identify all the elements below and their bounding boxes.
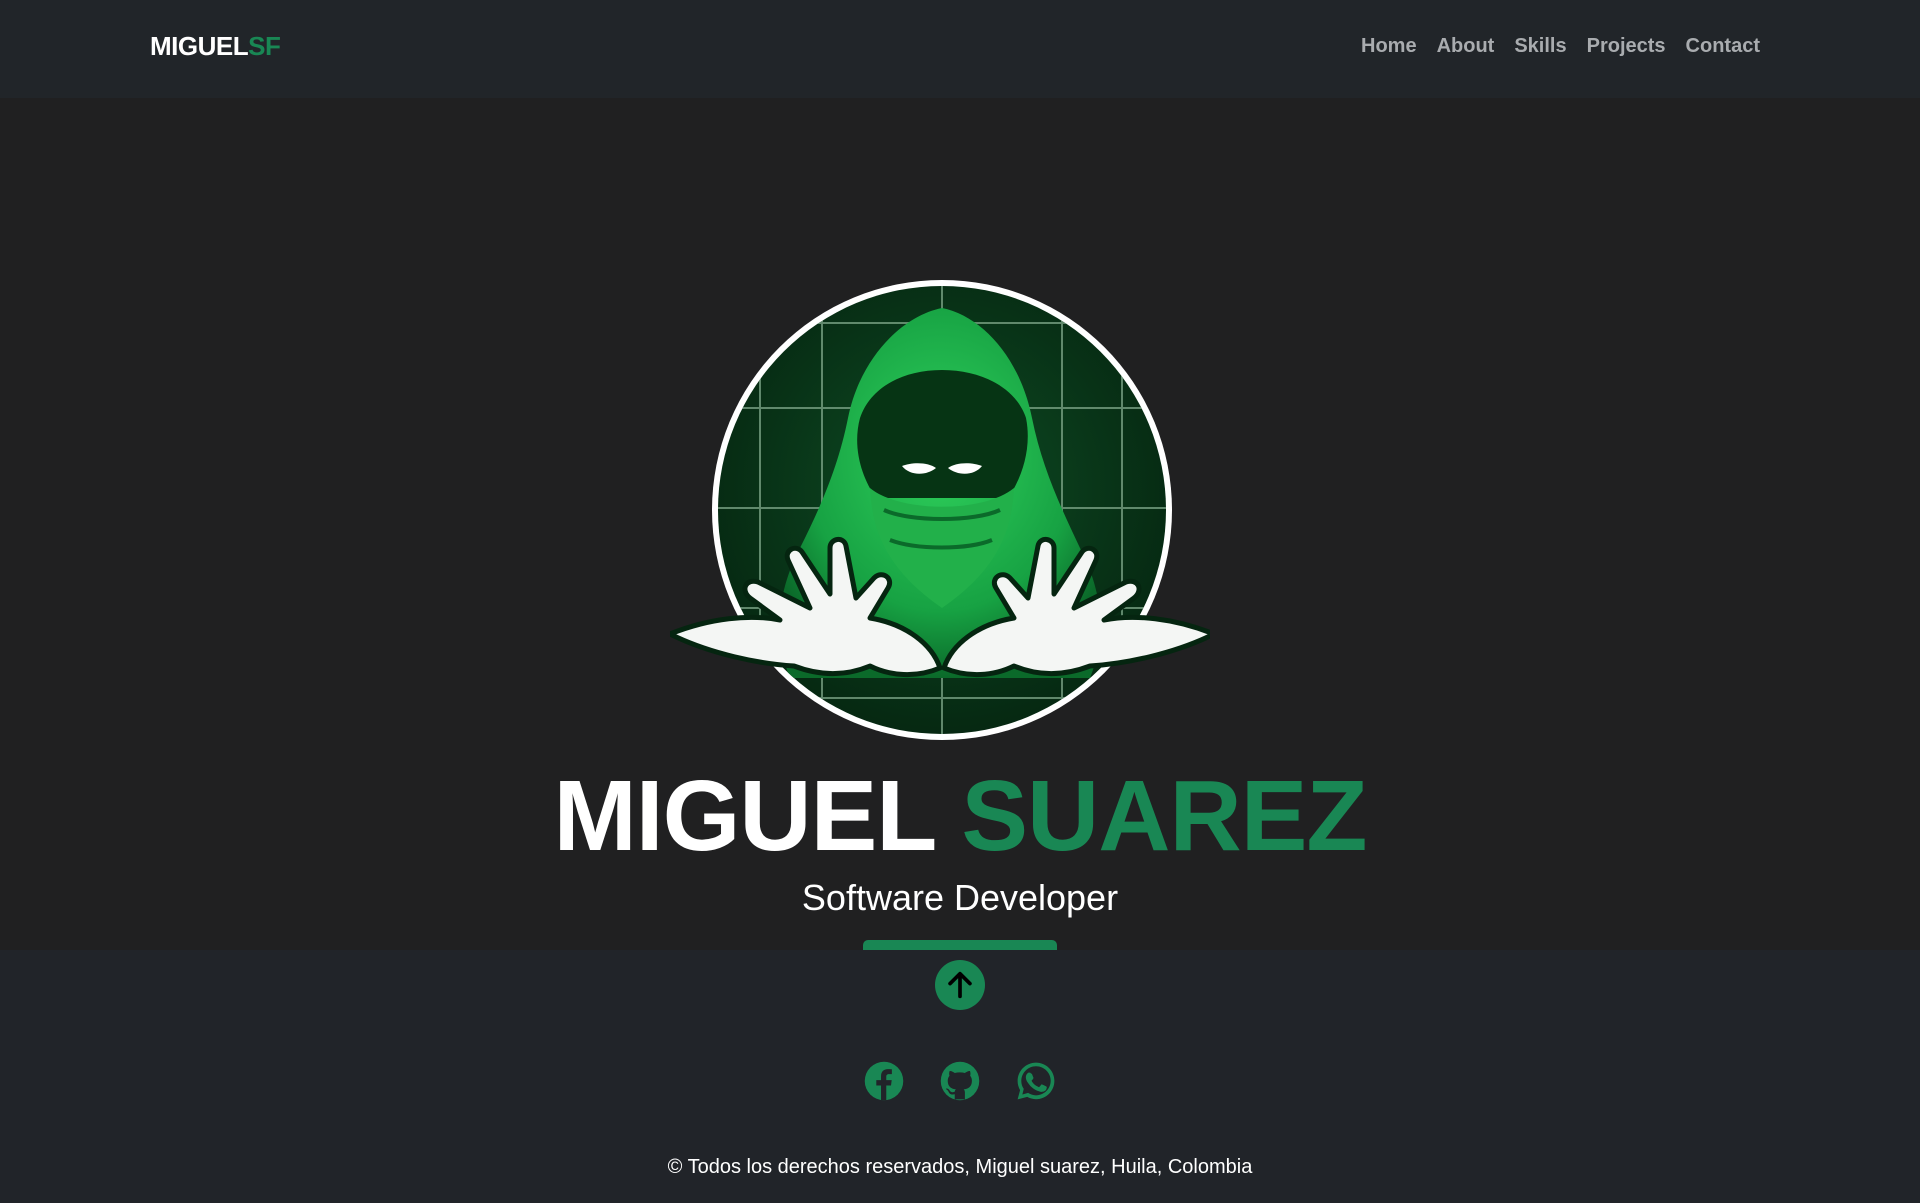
nav-link-home[interactable]: Home: [1361, 32, 1417, 60]
nav-link-projects[interactable]: Projects: [1587, 32, 1666, 60]
nav-link-contact[interactable]: Contact: [1686, 32, 1760, 60]
scroll-to-top-button[interactable]: [935, 960, 985, 1010]
nav-link-about[interactable]: About: [1437, 32, 1495, 60]
hero-first-name: MIGUEL: [553, 760, 936, 872]
brand-name: MIGUEL: [150, 31, 249, 61]
hero-title: MIGUEL SUAREZ: [0, 760, 1920, 872]
brand-initials: SF: [248, 31, 281, 61]
nav-link-skills[interactable]: Skills: [1514, 32, 1566, 60]
copyright-text: © Todos los derechos reservados, Miguel …: [667, 1156, 1253, 1178]
whatsapp-icon[interactable]: [1015, 1060, 1057, 1102]
hero-section: MIGUEL SUAREZ Software Developer Downloa…: [0, 98, 1920, 987]
hooded-hacker-logo-icon: [667, 278, 1217, 748]
github-icon[interactable]: [939, 1060, 981, 1102]
brand-logo[interactable]: MIGUELSF: [150, 30, 281, 62]
navbar: MIGUELSF Home About Skills Projects Cont…: [0, 0, 1920, 98]
nav-links: Home About Skills Projects Contact: [1361, 32, 1760, 60]
hero-last-name: SUAREZ: [961, 760, 1367, 872]
facebook-icon[interactable]: [863, 1060, 905, 1102]
social-links: [0, 1060, 1920, 1102]
page: MIGUELSF Home About Skills Projects Cont…: [0, 0, 1920, 1203]
footer: © Todos los derechos reservados, Miguel …: [0, 950, 1920, 1203]
hero-subtitle: Software Developer: [801, 877, 1119, 918]
arrow-up-icon: [948, 971, 972, 999]
